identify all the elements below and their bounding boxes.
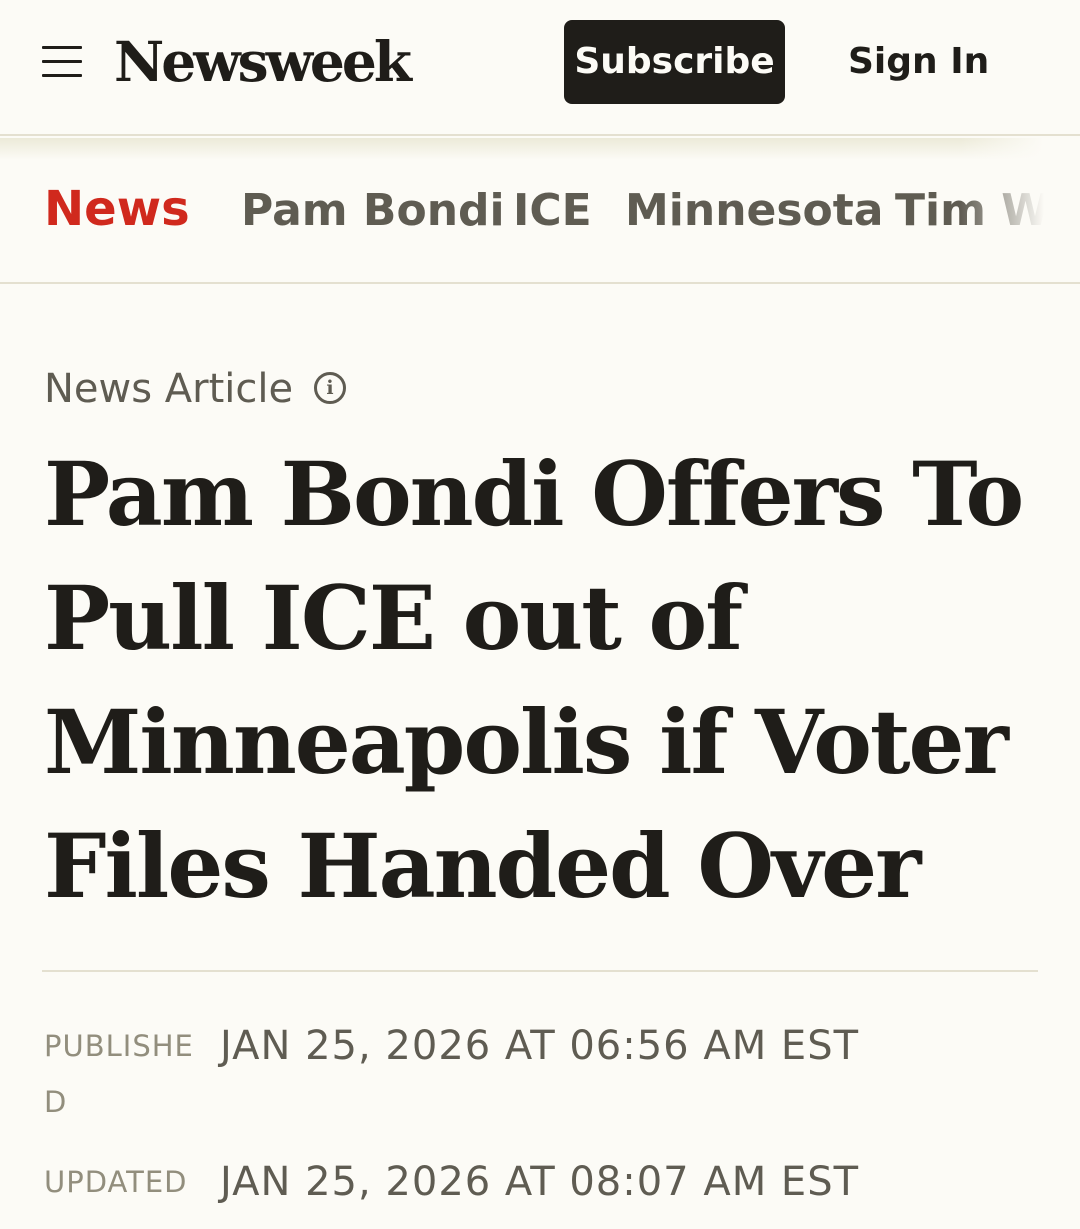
menu-icon-line bbox=[42, 74, 82, 77]
info-icon[interactable]: i bbox=[314, 372, 346, 404]
menu-icon[interactable] bbox=[42, 44, 84, 80]
updated-label: UPDATED bbox=[44, 1165, 188, 1199]
menu-icon-line bbox=[42, 46, 82, 49]
topic-pam-bondi[interactable]: Pam Bondi bbox=[241, 183, 505, 239]
updated-date: JAN 25, 2026 AT 08:07 AM EST bbox=[220, 1159, 860, 1205]
sign-in-link[interactable]: Sign In bbox=[848, 38, 989, 86]
topic-nav: News Pam Bondi ICE Minnesota Tim Wa bbox=[0, 138, 1080, 284]
topic-tim-walz[interactable]: Tim Wa bbox=[895, 183, 1078, 239]
topic-news[interactable]: News bbox=[44, 181, 190, 237]
site-logo[interactable]: Newsweek bbox=[114, 28, 412, 96]
topic-ice[interactable]: ICE bbox=[513, 183, 592, 239]
divider bbox=[42, 970, 1038, 972]
site-header: Newsweek Subscribe Sign In bbox=[0, 0, 1080, 136]
published-date: JAN 25, 2026 AT 06:56 AM EST bbox=[220, 1023, 860, 1069]
subscribe-button[interactable]: Subscribe bbox=[564, 20, 785, 104]
menu-icon-line bbox=[42, 60, 82, 63]
article-headline: Pam Bondi Offers To Pull ICE out of Minn… bbox=[44, 442, 1024, 918]
topic-minnesota[interactable]: Minnesota bbox=[625, 183, 884, 239]
published-label: PUBLISHED bbox=[44, 1029, 194, 1119]
article-type-label: News Article bbox=[44, 366, 294, 412]
